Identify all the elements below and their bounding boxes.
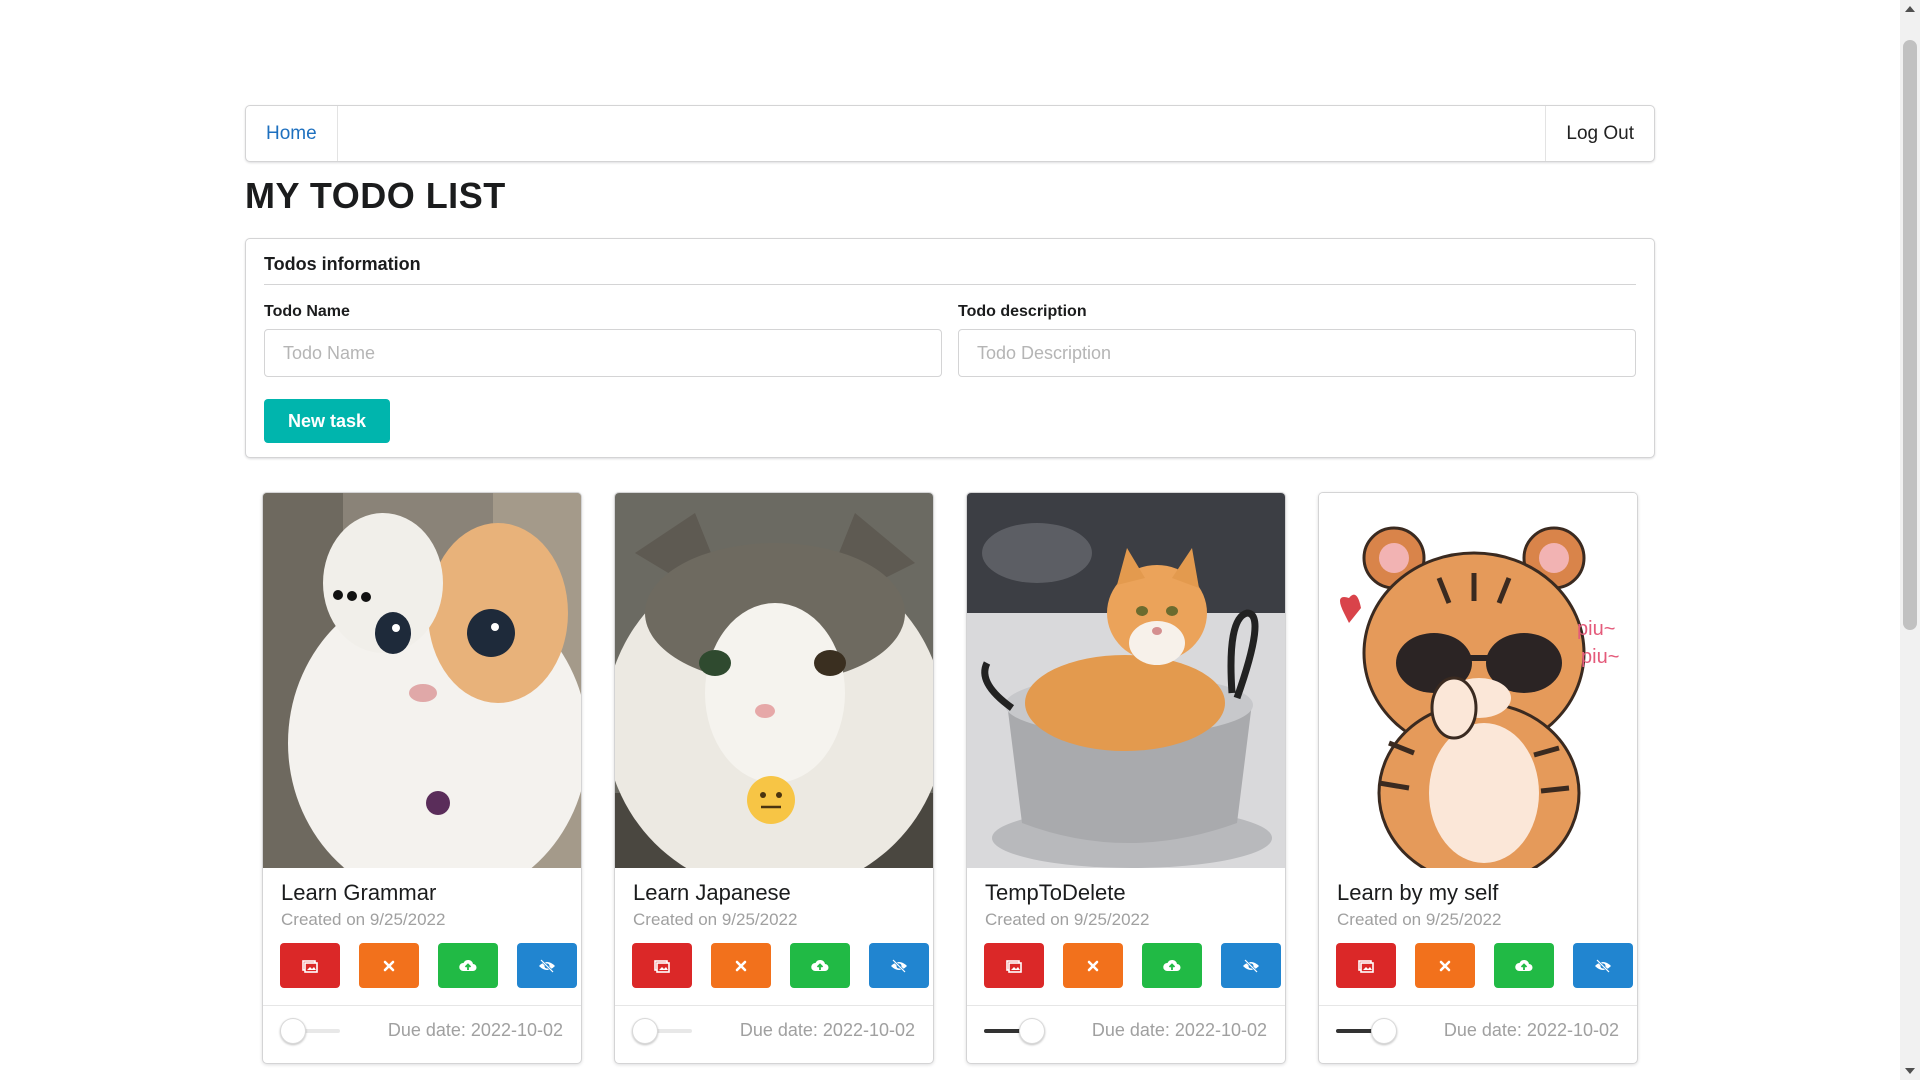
eye-slash-icon	[1595, 958, 1611, 973]
toggle-knob	[632, 1018, 658, 1044]
todo-card-grid: Learn Grammar Created on 9/25/2022 Due d…	[262, 492, 1662, 1092]
tiger-image-text: piu~	[1581, 646, 1619, 668]
todo-footer: Due date: 2022-10-02	[967, 1005, 1285, 1063]
todo-created-date: Created on 9/25/2022	[633, 910, 798, 929]
todo-footer: Due date: 2022-10-02	[1319, 1005, 1637, 1063]
image-icon	[1006, 959, 1022, 973]
eye-slash-icon	[891, 958, 907, 973]
todo-actions	[280, 943, 580, 989]
done-toggle[interactable]	[984, 1016, 1046, 1046]
toggle-knob	[1019, 1018, 1045, 1044]
tiger-image-text: piu~	[1577, 618, 1615, 640]
todo-title: Learn Japanese	[633, 880, 791, 905]
image-icon	[302, 959, 318, 973]
close-icon	[1087, 960, 1099, 971]
done-toggle[interactable]	[280, 1016, 342, 1046]
edit-image-button[interactable]	[984, 943, 1044, 988]
page-title: MY TODO LIST	[245, 175, 506, 216]
hide-button[interactable]	[1573, 943, 1633, 988]
cloud-upload-icon	[811, 959, 829, 971]
todo-image-cat-grey-white	[615, 493, 933, 868]
todo-card: piu~ piu~ Learn by my self Created on 9/…	[1318, 492, 1638, 1064]
edit-image-button[interactable]	[1336, 943, 1396, 988]
top-navbar: Home Log Out	[245, 105, 1655, 162]
todo-actions	[1336, 943, 1636, 989]
cloud-upload-icon	[459, 959, 477, 971]
page-scrollbar[interactable]	[1900, 0, 1920, 1080]
upload-button[interactable]	[790, 943, 850, 988]
todo-image-cat-white-orange	[263, 493, 581, 868]
delete-button[interactable]	[1063, 943, 1123, 988]
hide-button[interactable]	[1221, 943, 1281, 988]
hide-button[interactable]	[869, 943, 929, 988]
todo-created-date: Created on 9/25/2022	[281, 910, 446, 929]
scroll-down-arrow-icon[interactable]	[1905, 1068, 1915, 1074]
todo-created-date: Created on 9/25/2022	[1337, 910, 1502, 929]
todo-description-label: Todo description	[958, 303, 1087, 320]
toggle-knob	[1371, 1018, 1397, 1044]
upload-button[interactable]	[1494, 943, 1554, 988]
todo-title: TempToDelete	[985, 880, 1126, 905]
new-task-button[interactable]: New task	[264, 399, 390, 443]
todo-description-input[interactable]	[958, 329, 1636, 377]
close-icon	[383, 960, 395, 971]
todo-image-cat-in-pot	[967, 493, 1285, 868]
image-icon	[1358, 959, 1374, 973]
form-header: Todos information	[264, 254, 1636, 285]
todo-due-date: Due date: 2022-10-02	[387, 1020, 563, 1040]
delete-button[interactable]	[1415, 943, 1475, 988]
todo-created-date: Created on 9/25/2022	[985, 910, 1150, 929]
edit-image-button[interactable]	[632, 943, 692, 988]
nav-home-link[interactable]: Home	[246, 106, 338, 161]
scrollbar-thumb[interactable]	[1903, 40, 1917, 630]
todo-name-label: Todo Name	[264, 303, 350, 320]
close-icon	[735, 960, 747, 971]
todo-name-input[interactable]	[264, 329, 942, 377]
scroll-up-arrow-icon[interactable]	[1905, 6, 1915, 12]
todo-title: Learn by my self	[1337, 880, 1499, 905]
todo-form: Todos information Todo Name Todo descrip…	[245, 238, 1655, 458]
delete-button[interactable]	[711, 943, 771, 988]
cloud-upload-icon	[1163, 959, 1181, 971]
logout-link[interactable]: Log Out	[1545, 106, 1654, 161]
todo-actions	[984, 943, 1284, 989]
todo-card: TempToDelete Created on 9/25/2022 Due da…	[966, 492, 1286, 1064]
todo-image-cartoon-tiger: piu~ piu~	[1319, 493, 1637, 868]
cloud-upload-icon	[1515, 959, 1533, 971]
todo-card: Learn Japanese Created on 9/25/2022 Due …	[614, 492, 934, 1064]
upload-button[interactable]	[438, 943, 498, 988]
close-icon	[1439, 960, 1451, 971]
todo-due-date: Due date: 2022-10-02	[1443, 1020, 1619, 1040]
todo-title: Learn Grammar	[281, 880, 437, 905]
eye-slash-icon	[1243, 958, 1259, 973]
toggle-knob	[280, 1018, 306, 1044]
eye-slash-icon	[539, 958, 555, 973]
todo-footer: Due date: 2022-10-02	[263, 1005, 581, 1063]
done-toggle[interactable]	[1336, 1016, 1398, 1046]
todo-footer: Due date: 2022-10-02	[615, 1005, 933, 1063]
todo-actions	[632, 943, 932, 989]
done-toggle[interactable]	[632, 1016, 694, 1046]
image-icon	[654, 959, 670, 973]
hide-button[interactable]	[517, 943, 577, 988]
upload-button[interactable]	[1142, 943, 1202, 988]
todo-due-date: Due date: 2022-10-02	[1091, 1020, 1267, 1040]
todo-card: Learn Grammar Created on 9/25/2022 Due d…	[262, 492, 582, 1064]
todo-due-date: Due date: 2022-10-02	[739, 1020, 915, 1040]
delete-button[interactable]	[359, 943, 419, 988]
edit-image-button[interactable]	[280, 943, 340, 988]
